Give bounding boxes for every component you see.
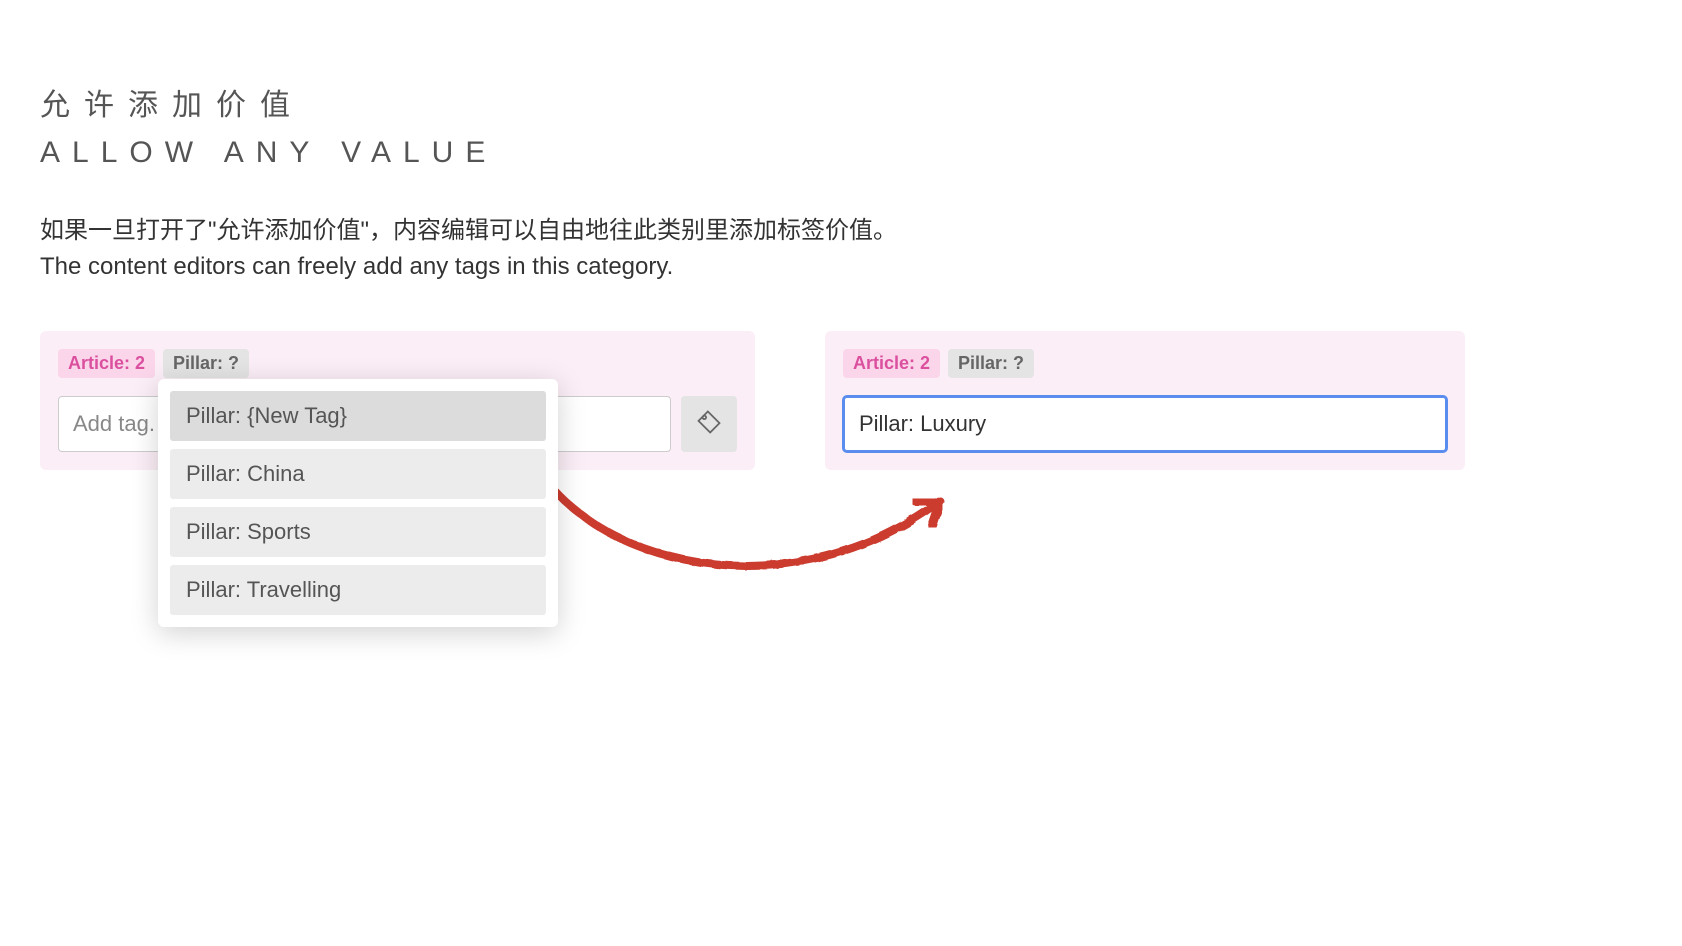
heading-chinese: 允许添加价值	[40, 80, 1642, 124]
pillar-badge[interactable]: Pillar: ?	[948, 349, 1034, 378]
article-badge[interactable]: Article: 2	[58, 349, 155, 378]
heading-english: ALLOW ANY VALUE	[40, 136, 1642, 170]
dropdown-item-sports[interactable]: Pillar: Sports	[170, 507, 546, 557]
dropdown-item-travelling[interactable]: Pillar: Travelling	[170, 565, 546, 615]
right-example-panel: Article: 2 Pillar: ?	[825, 331, 1465, 470]
pillar-badge[interactable]: Pillar: ?	[163, 349, 249, 378]
tag-icon	[695, 408, 723, 441]
badge-row: Article: 2 Pillar: ?	[843, 349, 1447, 378]
badge-row: Article: 2 Pillar: ?	[58, 349, 737, 378]
dropdown-item-china[interactable]: Pillar: China	[170, 449, 546, 499]
article-badge[interactable]: Article: 2	[843, 349, 940, 378]
tag-button[interactable]	[681, 396, 737, 452]
dropdown-item-new-tag[interactable]: Pillar: {New Tag}	[170, 391, 546, 441]
example-panels: Article: 2 Pillar: ? Pillar: {New Tag} P…	[40, 331, 1642, 470]
description-chinese: 如果一旦打开了"允许添加价值"，内容编辑可以自由地往此类别里添加标签价值。	[40, 210, 1642, 245]
description-english: The content editors can freely add any t…	[40, 253, 1642, 281]
tag-input-focused[interactable]	[843, 396, 1447, 452]
left-example-panel: Article: 2 Pillar: ? Pillar: {New Tag} P…	[40, 331, 755, 470]
input-row	[843, 396, 1447, 452]
suggestion-dropdown: Pillar: {New Tag} Pillar: China Pillar: …	[158, 379, 558, 627]
